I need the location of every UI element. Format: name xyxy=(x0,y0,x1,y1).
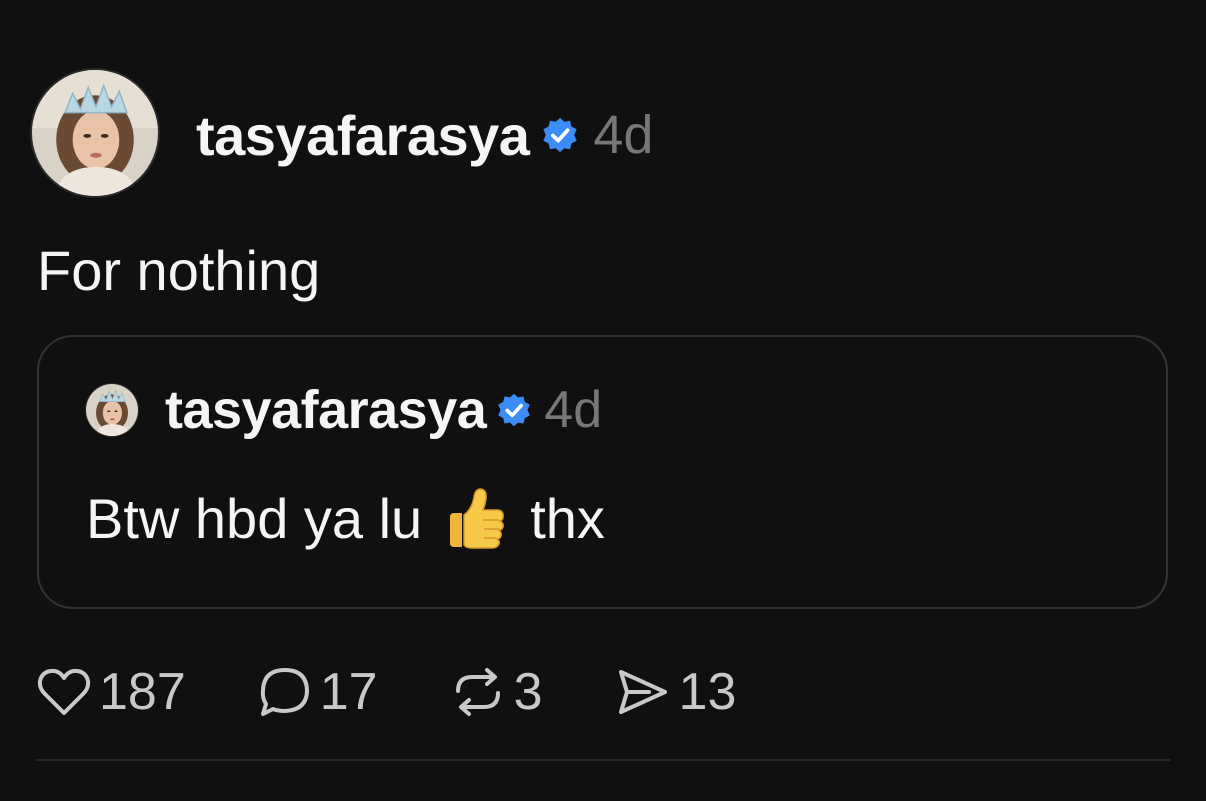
repost-count: 3 xyxy=(513,663,543,721)
quoted-author-avatar[interactable] xyxy=(85,383,139,437)
quoted-text-after: thx xyxy=(530,486,605,550)
profile-photo-icon xyxy=(32,70,158,196)
reply-count: 17 xyxy=(319,663,378,721)
quoted-post-header: tasyafarasya 4d xyxy=(165,379,602,441)
post-text: For nothing xyxy=(37,239,321,302)
author-avatar[interactable] xyxy=(30,68,160,198)
share-count: 13 xyxy=(678,663,737,721)
comment-bubble-icon xyxy=(258,666,312,718)
send-icon xyxy=(615,666,671,718)
quoted-post-text: Btw hbd ya lu thx xyxy=(86,483,605,553)
verified-badge-icon xyxy=(541,116,579,154)
author-username[interactable]: tasyafarasya xyxy=(196,103,530,168)
quoted-post-timestamp: 4d xyxy=(544,381,603,439)
thread-post: tasyafarasya 4d For nothing tasyafarasya… xyxy=(0,0,1206,801)
quoted-author-username[interactable]: tasyafarasya xyxy=(165,379,487,441)
reply-button[interactable]: 17 xyxy=(258,662,378,722)
verified-badge-icon xyxy=(496,392,532,428)
heart-icon xyxy=(37,667,91,717)
quoted-post-card[interactable]: tasyafarasya 4d Btw hbd ya lu thx xyxy=(37,335,1168,609)
repost-button[interactable]: 3 xyxy=(450,662,543,722)
quoted-text-before: Btw hbd ya lu xyxy=(86,486,423,550)
like-count: 187 xyxy=(99,663,186,721)
repost-icon xyxy=(450,667,506,717)
profile-photo-icon xyxy=(86,384,138,436)
post-divider xyxy=(37,759,1170,761)
share-button[interactable]: 13 xyxy=(615,662,737,722)
thumbs-up-icon xyxy=(444,483,508,553)
action-bar: 187 17 3 13 xyxy=(37,660,808,724)
post-header: tasyafarasya 4d xyxy=(196,100,653,170)
like-button[interactable]: 187 xyxy=(37,662,186,722)
post-timestamp: 4d xyxy=(593,105,654,165)
